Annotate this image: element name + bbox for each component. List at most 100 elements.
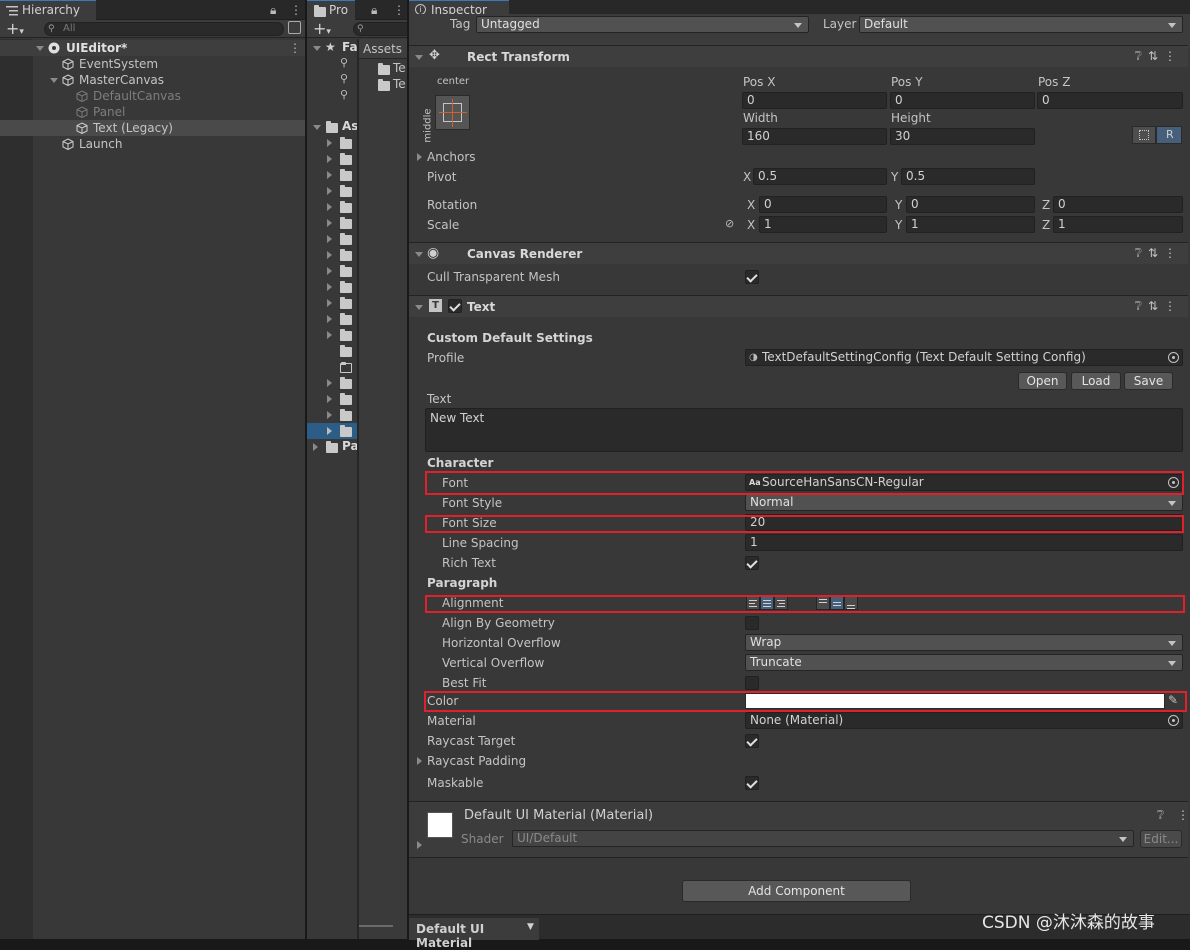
expand-arrow-icon[interactable]	[313, 46, 321, 51]
tag-dropdown[interactable]: Untagged	[476, 16, 809, 33]
hierarchy-item[interactable]: Panel	[0, 104, 305, 120]
width-field[interactable]: 160	[742, 128, 887, 145]
align-right-button[interactable]	[774, 596, 788, 610]
lock-icon[interactable]: 🔒︎	[270, 3, 276, 18]
expand-arrow-icon[interactable]	[327, 155, 332, 163]
scene-search-icon[interactable]	[288, 21, 301, 34]
layer-dropdown[interactable]: Default	[859, 16, 1183, 33]
shader-dropdown[interactable]: UI/Default	[512, 830, 1134, 847]
asset-folder-row[interactable]	[307, 359, 357, 375]
tab-hierarchy[interactable]: Hierarchy	[0, 0, 96, 20]
save-button[interactable]: Save	[1124, 372, 1173, 390]
asset-folder-row[interactable]	[307, 391, 357, 407]
scale-y-field[interactable]: 1	[906, 216, 1035, 233]
expand-arrow-icon[interactable]	[417, 153, 422, 161]
expand-arrow-icon[interactable]	[327, 283, 332, 291]
anchors-label[interactable]: Anchors	[427, 150, 476, 164]
expand-arrow-icon[interactable]	[327, 299, 332, 307]
expand-arrow-icon[interactable]	[327, 379, 332, 387]
help-icon[interactable]: ❔︎	[1157, 808, 1164, 823]
asset-folder-row[interactable]	[307, 151, 357, 167]
pos-x-field[interactable]: 0	[742, 92, 887, 109]
asset-folder-row[interactable]	[307, 199, 357, 215]
asset-folder-row[interactable]	[307, 135, 357, 151]
constrain-proportions-icon[interactable]: ⊘	[725, 217, 734, 230]
expand-arrow-icon[interactable]	[417, 841, 422, 849]
object-picker-icon[interactable]	[1168, 352, 1179, 363]
material-field[interactable]: None (Material)	[745, 712, 1183, 729]
pos-z-field[interactable]: 0	[1037, 92, 1183, 109]
scale-x-field[interactable]: 1	[759, 216, 887, 233]
hierarchy-item[interactable]: Launch	[0, 136, 305, 152]
align-bottom-button[interactable]	[844, 596, 858, 610]
font-size-field[interactable]: 20	[745, 514, 1183, 531]
anchor-preset-button[interactable]	[435, 95, 470, 130]
create-button[interactable]: +▾	[6, 19, 24, 38]
asset-folder-row[interactable]	[307, 343, 357, 359]
asset-folder-row[interactable]	[307, 247, 357, 263]
expand-arrow-icon[interactable]	[327, 219, 332, 227]
favorites-label[interactable]: Fa	[342, 40, 358, 54]
expand-arrow-icon[interactable]	[327, 315, 332, 323]
object-picker-icon[interactable]	[1168, 715, 1179, 726]
expand-arrow-icon[interactable]	[327, 139, 332, 147]
tab-project[interactable]: Pro	[307, 0, 355, 20]
color-field[interactable]	[745, 693, 1165, 709]
align-left-button[interactable]	[746, 596, 760, 610]
expand-arrow-icon[interactable]	[327, 331, 332, 339]
expand-arrow-icon[interactable]	[417, 757, 422, 765]
more-menu-icon[interactable]: ⋮	[393, 3, 405, 17]
align-top-button[interactable]	[816, 596, 830, 610]
align-center-button[interactable]	[760, 596, 774, 610]
scene-menu-icon[interactable]: ⋮	[289, 40, 301, 56]
add-component-button[interactable]: Add Component	[682, 880, 911, 902]
eyedropper-icon[interactable]: ✎	[1168, 693, 1178, 707]
hierarchy-item[interactable]: DefaultCanvas	[0, 88, 305, 104]
expand-arrow-icon[interactable]	[313, 125, 321, 130]
text-component-header[interactable]: T Text ❔︎⇅⋮	[409, 295, 1188, 317]
asset-folder-row[interactable]	[307, 279, 357, 295]
align-middle-button[interactable]	[830, 596, 844, 610]
assets-breadcrumb[interactable]: Assets	[363, 42, 402, 56]
text-area[interactable]: New Text	[425, 408, 1183, 452]
rot-y-field[interactable]: 0	[906, 196, 1035, 213]
asset-folder-row[interactable]	[307, 167, 357, 183]
horizontal-overflow-dropdown[interactable]: Wrap	[745, 634, 1183, 651]
create-button[interactable]: +▾	[313, 19, 331, 38]
profile-field[interactable]: ◑ TextDefaultSettingConfig (Text Default…	[745, 349, 1183, 366]
hierarchy-search-input[interactable]: ⚲ All	[44, 22, 284, 36]
component-header-icons[interactable]: ❔︎⇅⋮	[1135, 299, 1182, 314]
raycast-target-checkbox[interactable]	[745, 734, 759, 748]
hierarchy-item[interactable]: MasterCanvas	[0, 72, 305, 88]
maskable-checkbox[interactable]	[745, 776, 759, 790]
asset-folder-row[interactable]	[307, 263, 357, 279]
text-enabled-checkbox[interactable]	[448, 299, 462, 313]
search-icon[interactable]: ⚲	[340, 88, 348, 101]
expand-arrow-icon[interactable]	[50, 78, 58, 83]
shader-edit-button[interactable]: Edit...	[1140, 830, 1182, 848]
asset-folder-row[interactable]	[307, 375, 357, 391]
raw-edit-button[interactable]: R	[1156, 126, 1182, 144]
height-field[interactable]: 30	[890, 128, 1035, 145]
zoom-slider[interactable]	[359, 925, 393, 927]
rot-z-field[interactable]: 0	[1053, 196, 1183, 213]
pivot-y-field[interactable]: 0.5	[901, 168, 1035, 185]
rect-transform-header[interactable]: ✥ Rect Transform ❔︎⇅⋮	[409, 45, 1188, 67]
expand-arrow-icon[interactable]	[327, 395, 332, 403]
expand-arrow-icon[interactable]	[327, 235, 332, 243]
open-button[interactable]: Open	[1018, 372, 1067, 390]
selected-folder-row[interactable]	[307, 423, 357, 439]
asset-folder-row[interactable]	[307, 311, 357, 327]
asset-folder-row[interactable]	[307, 231, 357, 247]
expand-arrow-icon[interactable]	[327, 203, 332, 211]
scale-z-field[interactable]: 1	[1053, 216, 1183, 233]
expand-arrow-icon[interactable]	[327, 187, 332, 195]
vertical-overflow-dropdown[interactable]: Truncate	[745, 654, 1183, 671]
component-header-icons[interactable]: ❔︎⇅⋮	[1135, 246, 1182, 261]
rot-x-field[interactable]: 0	[759, 196, 887, 213]
collapse-arrow-icon[interactable]	[415, 305, 423, 310]
raycast-padding-label[interactable]: Raycast Padding	[427, 754, 526, 768]
load-button[interactable]: Load	[1071, 372, 1121, 390]
asset-item-label[interactable]: Te	[393, 61, 406, 75]
more-menu-icon[interactable]: ⋮	[1177, 808, 1189, 822]
